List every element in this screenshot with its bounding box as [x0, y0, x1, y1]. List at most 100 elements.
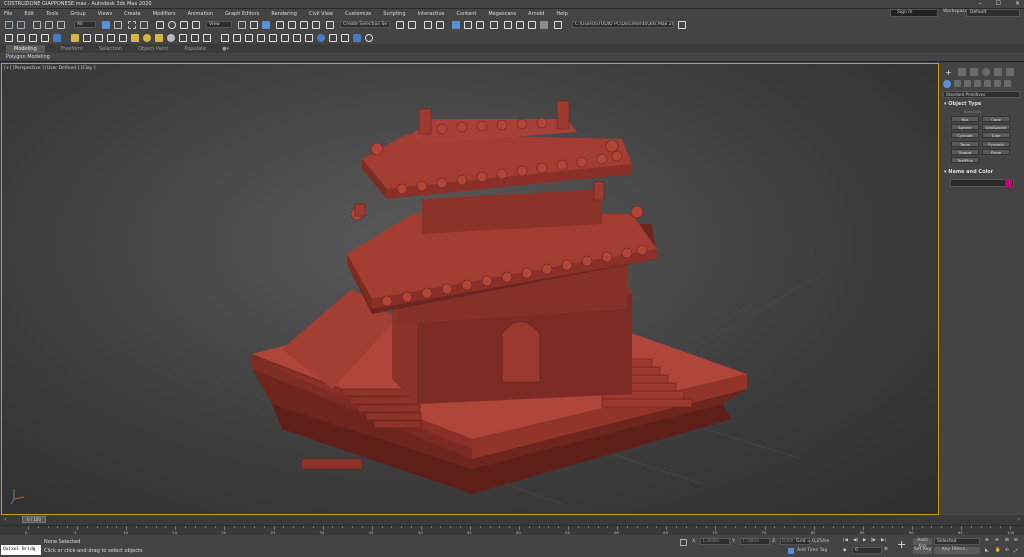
menu-scripting[interactable]: Scripting — [383, 11, 405, 17]
zoom-extents-icon[interactable]: ⊞ — [1005, 538, 1009, 543]
toolbar-icon[interactable] — [107, 34, 115, 42]
toolbar-icon[interactable] — [29, 34, 37, 42]
project-path-dropdown[interactable]: C:\Users\STUDIO PC\Documents\3ds Max 202… — [572, 21, 674, 28]
toolbar-icon[interactable] — [293, 34, 301, 42]
zoom-all-icon[interactable]: ⊕ — [995, 538, 999, 543]
menu-help[interactable]: Help — [556, 11, 567, 17]
close-button[interactable]: ✕ — [1015, 0, 1020, 7]
rendered-frame-window-icon[interactable] — [516, 21, 524, 29]
add-time-tag[interactable]: Add Time Tag — [797, 548, 827, 553]
toolbar-icon[interactable] — [233, 34, 241, 42]
menu-graph-editors[interactable]: Graph Editors — [225, 11, 259, 17]
undo-icon[interactable] — [5, 21, 13, 29]
time-slider[interactable]: ‹ › — [0, 515, 1024, 525]
category-dropdown[interactable]: Standard Primitives — [943, 91, 1020, 98]
toolbar-icon[interactable] — [365, 34, 373, 42]
next-frame-button-icon[interactable]: |▶ — [871, 538, 876, 543]
tab-object-paint[interactable]: Object Paint — [138, 46, 168, 52]
rectangular-selection-icon[interactable] — [128, 21, 136, 29]
named-selection-set-dropdown[interactable]: Create Selection Se — [340, 21, 390, 28]
geosphere-button[interactable]: GeoSphere — [982, 124, 1010, 130]
menu-megascans[interactable]: Megascans — [488, 11, 516, 17]
toolbar-icon[interactable] — [17, 34, 25, 42]
time-configuration-icon[interactable]: ⚙ — [884, 547, 888, 552]
motion-tab-icon[interactable] — [982, 68, 990, 76]
go-to-start-icon[interactable]: |◀ — [843, 538, 848, 543]
spinner-snap-icon[interactable] — [312, 21, 320, 29]
toolbar-icon[interactable] — [155, 34, 163, 42]
space-warps-icon[interactable] — [994, 80, 1001, 87]
menu-tools[interactable]: Tools — [46, 11, 58, 17]
toolbar-icon[interactable] — [341, 34, 349, 42]
auto-key-button[interactable]: Auto Key — [913, 538, 932, 549]
toolbar-icon[interactable] — [5, 34, 13, 42]
toolbar-icon[interactable] — [95, 34, 103, 42]
tab-selection[interactable]: Selection — [99, 46, 122, 52]
key-selection-dropdown[interactable]: Selected — [934, 538, 980, 545]
schematic-view-icon[interactable] — [476, 21, 484, 29]
object-color-swatch[interactable] — [1005, 179, 1012, 187]
mirror-icon[interactable] — [396, 21, 404, 29]
go-to-end-icon[interactable]: ▶| — [881, 538, 886, 543]
tab-freeform[interactable]: Freeform — [61, 46, 83, 52]
render-setup-icon[interactable] — [504, 21, 512, 29]
previous-frame-icon[interactable]: ◀| — [853, 538, 858, 543]
sphere-button[interactable]: Sphere — [951, 124, 979, 130]
edit-named-selection-icon[interactable] — [326, 21, 334, 29]
name-color-rollout-header[interactable]: ▾ Name and Color — [944, 169, 993, 175]
menu-interactive[interactable]: Interactive — [418, 11, 445, 17]
toolbar-icon[interactable] — [119, 34, 127, 42]
arnold-render-icon[interactable] — [540, 21, 548, 29]
shapes-icon[interactable] — [954, 80, 961, 87]
tab-populate[interactable]: Populate — [184, 46, 206, 52]
link-icon[interactable] — [33, 21, 41, 29]
minimize-button[interactable]: – — [979, 0, 982, 7]
maxscript-listener[interactable]: Quixel Bridg — [1, 545, 41, 555]
toolbar-icon[interactable] — [71, 34, 79, 42]
angle-snap-icon[interactable] — [288, 21, 296, 29]
toolbar-icon[interactable] — [167, 34, 175, 42]
snaps-toggle-icon[interactable] — [276, 21, 284, 29]
layer-explorer-icon[interactable] — [436, 21, 444, 29]
toolbar-icon[interactable] — [305, 34, 313, 42]
menu-views[interactable]: Views — [98, 11, 112, 17]
toolbar-icon[interactable] — [329, 34, 337, 42]
toolbar-icon[interactable] — [143, 34, 151, 42]
zoom-extents-all-icon[interactable]: ⊞ — [1014, 538, 1018, 543]
menu-customize[interactable]: Customize — [345, 11, 371, 17]
autogrid-checkbox[interactable]: AutoGrid — [964, 109, 981, 114]
select-object-icon[interactable] — [102, 21, 110, 29]
y-coordinate-field[interactable]: 7,786m — [740, 538, 770, 545]
menu-arnold[interactable]: Arnold — [528, 11, 544, 17]
key-mode-icon[interactable]: ◆ — [843, 548, 846, 553]
render-production-icon[interactable] — [528, 21, 536, 29]
systems-icon[interactable] — [1004, 80, 1011, 87]
helpers-icon[interactable] — [984, 80, 991, 87]
current-frame-field[interactable]: 0 — [852, 547, 882, 554]
teapot-button[interactable]: Teapot — [951, 149, 979, 155]
tube-button[interactable]: Tube — [982, 132, 1010, 138]
menu-edit[interactable]: Edit — [24, 11, 34, 17]
percent-snap-icon[interactable] — [300, 21, 308, 29]
toolbar-icon[interactable] — [53, 34, 61, 42]
isolate-selection-icon[interactable] — [680, 539, 687, 546]
modify-tab-icon[interactable] — [958, 68, 966, 76]
prev-frame-icon[interactable]: ‹ — [4, 516, 6, 523]
menu-modifiers[interactable]: Modifiers — [153, 11, 176, 17]
toolbar-icon[interactable] — [281, 34, 289, 42]
toolbar-icon[interactable] — [131, 34, 139, 42]
toolbar-icon[interactable] — [191, 34, 199, 42]
project-folder-icon[interactable] — [554, 21, 562, 29]
menu-create[interactable]: Create — [124, 11, 141, 17]
cameras-icon[interactable] — [974, 80, 981, 87]
toggle-ribbon-icon[interactable] — [452, 21, 460, 29]
curve-editor-icon[interactable] — [464, 21, 472, 29]
menu-group[interactable]: Group — [70, 11, 85, 17]
x-coordinate-field[interactable]: 1,369m — [700, 538, 730, 545]
placement-icon[interactable] — [192, 21, 200, 29]
select-by-name-icon[interactable] — [114, 21, 122, 29]
menu-civil-view[interactable]: Civil View — [309, 11, 333, 17]
ribbon-options-icon[interactable]: ●▾ — [222, 46, 229, 52]
cone-button[interactable]: Cone — [982, 116, 1010, 122]
toolbar-icon[interactable] — [245, 34, 253, 42]
